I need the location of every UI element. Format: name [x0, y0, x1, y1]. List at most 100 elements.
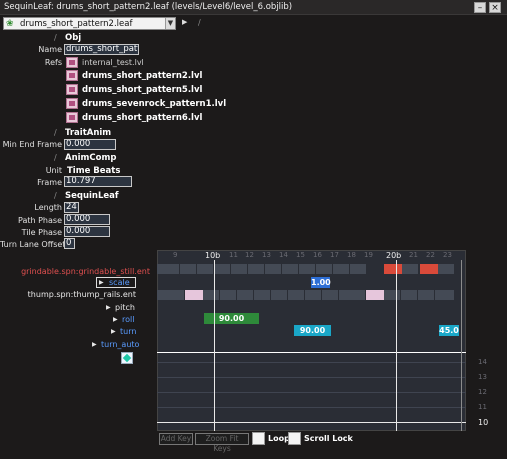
ref-item[interactable]: drums_short_pattern5.lvl	[82, 85, 202, 95]
expand-arrow-icon[interactable]: ▶	[111, 327, 116, 337]
wrench-icon[interactable]: ∕	[54, 33, 57, 43]
zoom-fit-keys-button[interactable]: Zoom Fit Keys	[195, 433, 249, 453]
track-segment	[197, 264, 214, 274]
frame-field[interactable]: 10.797	[64, 176, 132, 187]
play-arrow-icon[interactable]: ▶	[182, 18, 187, 26]
name-field[interactable]: drums_short_pattern	[64, 44, 139, 55]
length-field[interactable]: 24	[64, 202, 79, 213]
track-label-turn-auto[interactable]: turn_auto	[101, 340, 139, 350]
scroll-lock-checkbox[interactable]	[288, 432, 301, 445]
turn-lane-offset-field[interactable]: 0	[64, 238, 75, 249]
add-track-button[interactable]	[121, 352, 133, 364]
track-label-roll[interactable]: roll	[122, 315, 134, 325]
grid-line	[157, 392, 466, 393]
track-row-turn[interactable]: 90.00 45.0	[157, 325, 466, 336]
keyframe-red[interactable]	[384, 264, 402, 274]
track-segment	[282, 264, 299, 274]
track-scale-text: scale	[109, 278, 130, 287]
keyframe-pink[interactable]	[366, 290, 384, 300]
track-segment	[322, 290, 339, 300]
window-title: SequinLeaf: drums_short_pattern2.leaf (l…	[4, 2, 293, 12]
axis-label: 13	[478, 373, 487, 381]
keyframe-value[interactable]: 45.0	[439, 325, 459, 336]
expand-arrow-icon[interactable]: ▶	[113, 315, 118, 325]
timeline-ruler[interactable]: 9 10b 11 12 13 14 15 16 17 18 19 20b 21 …	[157, 250, 466, 260]
loop-label: Loop	[268, 434, 290, 443]
wrench-icon[interactable]: ∕	[54, 191, 57, 201]
track-segment	[316, 264, 333, 274]
frame-label: Frame	[37, 178, 62, 187]
track-segment	[418, 290, 435, 300]
ruler-tick: 10b	[205, 251, 221, 260]
track-label-grindable[interactable]: grindable.spn:grindable_still.ent	[0, 267, 150, 277]
track-segment	[157, 264, 180, 274]
expand-arrow-icon[interactable]: ▶	[92, 340, 97, 350]
beat-marker-line	[214, 260, 215, 431]
track-row-thump[interactable]	[157, 290, 466, 300]
ruler-tick: 17	[330, 251, 339, 259]
track-label-pitch[interactable]: pitch	[115, 303, 135, 313]
track-row-roll[interactable]: 90.00	[157, 313, 466, 324]
ref-item[interactable]: drums_sevenrock_pattern1.lvl	[82, 99, 226, 109]
wrench-icon[interactable]: ∕	[54, 153, 57, 163]
min-end-frame-field[interactable]: 0.000	[64, 139, 116, 150]
beat-marker-line	[396, 260, 397, 431]
wrench-icon[interactable]: ∕	[198, 18, 201, 28]
ruler-tick: 13	[262, 251, 271, 259]
ref-item[interactable]: internal_test.lvl	[82, 58, 144, 67]
track-label-turn[interactable]: turn	[120, 327, 136, 337]
add-keys-button[interactable]: Add Key	[159, 433, 193, 445]
min-end-frame-label: Min End Frame	[2, 140, 62, 149]
track-row-scale[interactable]: 1.00	[157, 277, 466, 288]
keyframe-red[interactable]	[420, 264, 438, 274]
path-phase-label: Path Phase	[17, 216, 62, 225]
section-sequinleaf: SequinLeaf	[65, 191, 119, 201]
loop-checkbox[interactable]	[252, 432, 265, 445]
keyframe-value[interactable]: 90.00	[294, 325, 331, 336]
object-selector-value: drums_short_pattern2.leaf	[20, 19, 133, 29]
track-label-thump[interactable]: thump.spn:thump_rails.ent	[0, 290, 136, 300]
ruler-tick: 20b	[386, 251, 402, 260]
grid-line	[157, 362, 466, 363]
title-bar: SequinLeaf: drums_short_pattern2.leaf (l…	[0, 0, 507, 15]
ruler-tick: 11	[229, 251, 238, 259]
length-label: Length	[34, 203, 62, 212]
ref-item[interactable]: drums_short_pattern2.lvl	[82, 71, 202, 81]
file-icon	[66, 112, 78, 123]
ruler-tick: 12	[245, 251, 254, 259]
expand-arrow-icon[interactable]: ▶	[106, 303, 111, 313]
track-segment	[220, 290, 237, 300]
track-label-scale[interactable]: ▶ scale	[96, 277, 136, 288]
name-label: Name	[38, 45, 62, 54]
grid-line	[157, 377, 466, 378]
path-phase-field[interactable]: 0.000	[64, 214, 110, 225]
ruler-tick: 22	[426, 251, 435, 259]
section-animcomp: AnimComp	[65, 153, 117, 163]
axis-label: 10	[478, 418, 489, 427]
wrench-icon[interactable]: ∕	[54, 128, 57, 138]
track-segment	[237, 290, 254, 300]
chevron-down-icon[interactable]: ▼	[165, 18, 175, 29]
track-segment	[435, 290, 455, 300]
keyframe-value[interactable]: 90.00	[204, 313, 259, 324]
section-obj: Obj	[65, 33, 82, 43]
leaf-icon: ❀	[6, 19, 14, 29]
track-segment	[248, 264, 265, 274]
track-segment	[214, 264, 231, 274]
track-row-grindable[interactable]	[157, 264, 466, 274]
keyframe-pink[interactable]	[185, 290, 203, 300]
expand-arrow-icon[interactable]: ▶	[99, 278, 104, 288]
tile-phase-field[interactable]: 0.000	[64, 226, 110, 237]
track-segment	[305, 290, 322, 300]
close-button[interactable]: ×	[489, 2, 501, 13]
ref-item[interactable]: drums_short_pattern6.lvl	[82, 113, 202, 123]
track-segment	[350, 264, 367, 274]
minimize-button[interactable]: –	[474, 2, 486, 13]
keyframe-value[interactable]: 1.00	[311, 277, 331, 288]
ruler-tick: 16	[313, 251, 322, 259]
track-segment	[271, 290, 288, 300]
unit-value[interactable]: Time Beats	[67, 166, 120, 176]
ruler-tick: 14	[279, 251, 288, 259]
ruler-tick: 21	[409, 251, 418, 259]
object-selector[interactable]: ❀ drums_short_pattern2.leaf ▼	[3, 17, 176, 30]
